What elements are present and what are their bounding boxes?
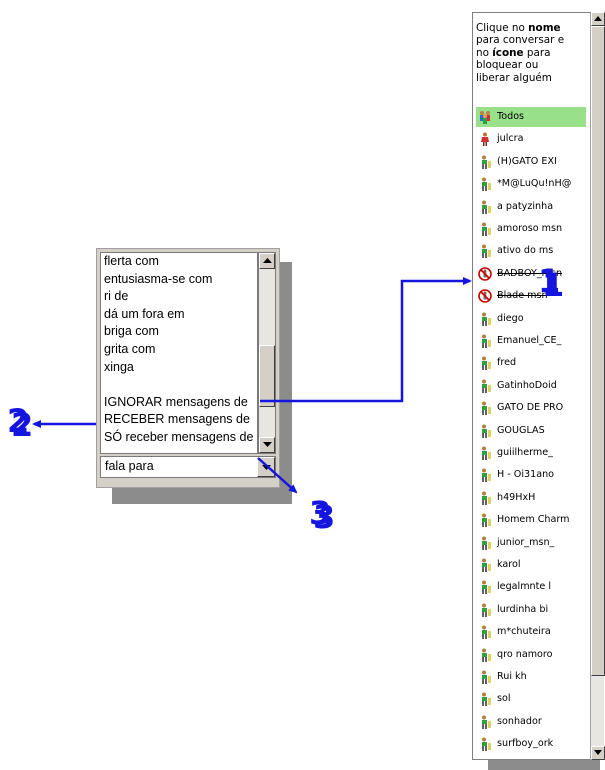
callout-3: 3 (309, 494, 331, 532)
arrow-1 (260, 277, 472, 403)
callout-1: 1 (538, 262, 560, 300)
annotation-overlay: 1 1 2 2 3 3 (7, 262, 564, 536)
callout-2: 2 (7, 402, 29, 440)
arrow-3 (257, 457, 298, 494)
